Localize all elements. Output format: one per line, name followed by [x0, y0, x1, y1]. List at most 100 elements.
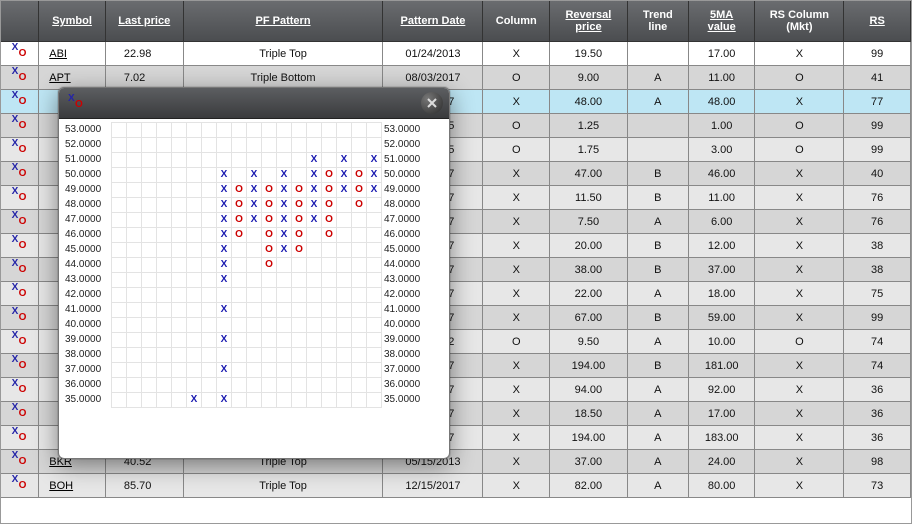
symbol-cell[interactable]: APT: [39, 66, 106, 90]
pf-cell: [367, 348, 382, 363]
pf-cell: [112, 228, 127, 243]
pf-cell: [202, 363, 217, 378]
rs-cell: 75: [844, 282, 911, 306]
chart-icon-cell[interactable]: [1, 378, 39, 402]
pf-cell: [157, 198, 172, 213]
rs-cell: 77: [844, 90, 911, 114]
pf-cell: [187, 258, 202, 273]
xo-icon[interactable]: [13, 69, 27, 83]
rscolumn-cell: O: [755, 66, 844, 90]
trend-cell: A: [627, 90, 688, 114]
pf-cell: [232, 273, 247, 288]
xo-icon[interactable]: [13, 237, 27, 251]
pf-price-label: 46.0000: [63, 228, 112, 243]
chart-icon-cell[interactable]: [1, 474, 39, 498]
chart-icon-cell[interactable]: [1, 186, 39, 210]
chart-icon-cell[interactable]: [1, 402, 39, 426]
chart-icon-cell[interactable]: [1, 66, 39, 90]
col-last[interactable]: Last price: [105, 1, 183, 42]
pf-price-label: 41.0000: [63, 303, 112, 318]
pf-cell: [157, 348, 172, 363]
symbol-link[interactable]: ABI: [49, 48, 67, 60]
rscolumn-cell: X: [755, 306, 844, 330]
xo-icon[interactable]: [13, 189, 27, 203]
pf-price-label-right: 48.0000: [382, 198, 431, 213]
pf-price-label: 50.0000: [63, 168, 112, 183]
xo-icon[interactable]: [13, 45, 27, 59]
xo-icon[interactable]: [13, 453, 27, 467]
chart-icon-cell[interactable]: [1, 210, 39, 234]
pf-cell: X: [277, 213, 292, 228]
pf-cell: [172, 348, 187, 363]
chart-icon-cell[interactable]: [1, 138, 39, 162]
pf-cell: X: [217, 228, 232, 243]
close-button[interactable]: [421, 92, 443, 114]
col-rs[interactable]: RS: [844, 1, 911, 42]
chart-icon-cell[interactable]: [1, 306, 39, 330]
chart-icon-cell[interactable]: [1, 282, 39, 306]
pf-cell: O: [352, 183, 367, 198]
xo-icon[interactable]: [13, 357, 27, 371]
reversal-cell: 22.00: [550, 282, 628, 306]
pf-cell: [157, 138, 172, 153]
pf-price-label: 43.0000: [63, 273, 112, 288]
pf-cell: [112, 333, 127, 348]
rscolumn-cell: X: [755, 378, 844, 402]
xo-icon[interactable]: [13, 405, 27, 419]
chart-icon-cell[interactable]: [1, 162, 39, 186]
xo-icon[interactable]: [13, 381, 27, 395]
chart-icon-cell[interactable]: [1, 114, 39, 138]
pf-cell: [157, 273, 172, 288]
xo-icon[interactable]: [13, 93, 27, 107]
popup-titlebar[interactable]: [59, 88, 449, 119]
pf-cell: X: [247, 168, 262, 183]
pf-cell: [202, 273, 217, 288]
trend-cell: A: [627, 426, 688, 450]
pf-cell: [127, 123, 142, 138]
chart-icon-cell[interactable]: [1, 90, 39, 114]
xo-icon[interactable]: [13, 285, 27, 299]
pf-cell: [262, 123, 277, 138]
chart-icon-cell[interactable]: [1, 42, 39, 66]
xo-icon[interactable]: [13, 261, 27, 275]
popup-body[interactable]: 53.000053.000052.000052.000051.0000XXX51…: [59, 118, 449, 458]
pf-price-label: 45.0000: [63, 243, 112, 258]
trend-cell: B: [627, 186, 688, 210]
table-row[interactable]: BOH85.70Triple Top12/15/2017X82.00A80.00…: [1, 474, 911, 498]
chart-icon-cell[interactable]: [1, 450, 39, 474]
chart-icon-cell[interactable]: [1, 426, 39, 450]
chart-icon-cell[interactable]: [1, 234, 39, 258]
trend-cell: [627, 114, 688, 138]
pf-cell: [247, 363, 262, 378]
symbol-cell[interactable]: ABI: [39, 42, 106, 66]
reversal-cell: 11.50: [550, 186, 628, 210]
pf-cell: [187, 138, 202, 153]
table-row[interactable]: APT7.02Triple Bottom08/03/2017O9.00A11.0…: [1, 66, 911, 90]
xo-icon[interactable]: [13, 141, 27, 155]
pf-cell: [322, 363, 337, 378]
xo-icon[interactable]: [13, 309, 27, 323]
col-pattern[interactable]: PF Pattern: [183, 1, 383, 42]
chart-icon-cell[interactable]: [1, 258, 39, 282]
col-ma5[interactable]: 5MAvalue: [688, 1, 755, 42]
chart-icon-cell[interactable]: [1, 354, 39, 378]
trend-cell: B: [627, 162, 688, 186]
chart-icon-cell[interactable]: [1, 330, 39, 354]
xo-icon[interactable]: [13, 165, 27, 179]
symbol-cell[interactable]: BOH: [39, 474, 106, 498]
pf-cell: [367, 363, 382, 378]
pf-cell: [202, 288, 217, 303]
col-symbol[interactable]: Symbol: [39, 1, 106, 42]
xo-icon[interactable]: [13, 333, 27, 347]
xo-icon[interactable]: [13, 117, 27, 131]
pf-cell: [187, 318, 202, 333]
col-pdate[interactable]: Pattern Date: [383, 1, 483, 42]
symbol-link[interactable]: APT: [49, 72, 70, 84]
col-rev[interactable]: Reversalprice: [550, 1, 628, 42]
symbol-link[interactable]: BOH: [49, 480, 73, 492]
xo-icon[interactable]: [13, 213, 27, 227]
table-row[interactable]: ABI22.98Triple Top01/24/2013X19.5017.00X…: [1, 42, 911, 66]
xo-icon[interactable]: [13, 477, 27, 491]
xo-icon[interactable]: [13, 429, 27, 443]
pf-cell: [187, 363, 202, 378]
